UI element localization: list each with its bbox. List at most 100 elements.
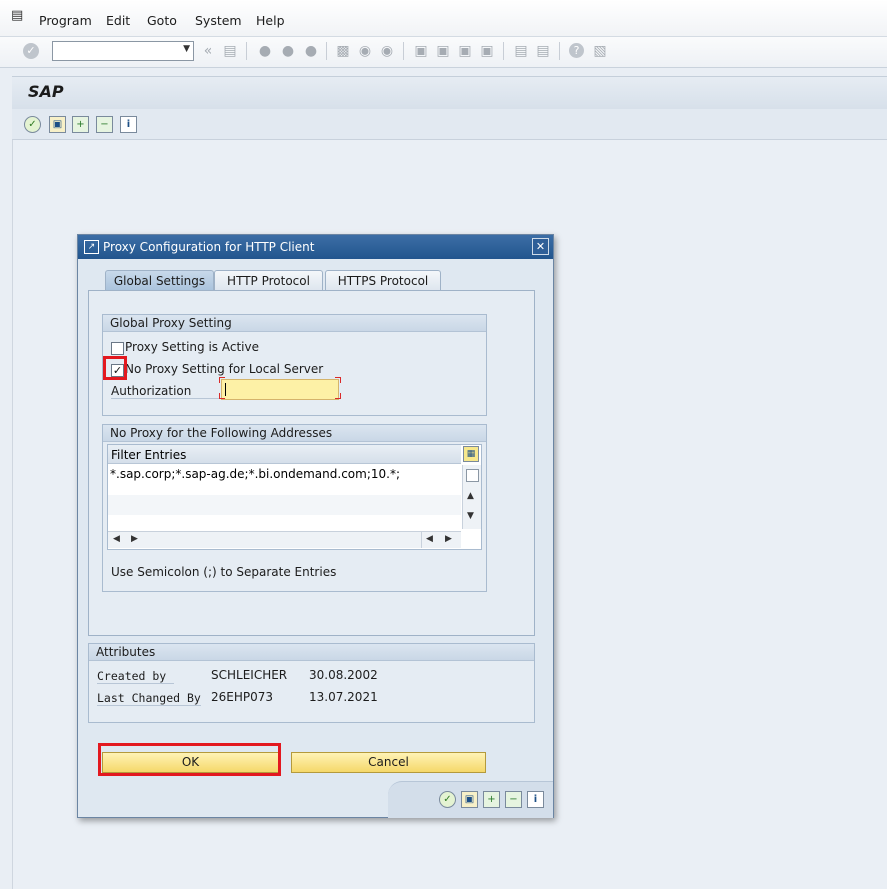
back-icon[interactable]: ●	[257, 43, 273, 59]
table-header: Filter Entries	[108, 445, 461, 464]
last-changed-label: Last Changed By	[97, 691, 201, 706]
cancel-button[interactable]: Cancel	[291, 752, 486, 773]
scroll-left-icon[interactable]: ◀	[426, 534, 433, 544]
tab-label: HTTPS Protocol	[337, 274, 429, 288]
scroll-left-icon[interactable]: ◀	[113, 534, 120, 544]
dialog-window-icon: ↗	[84, 240, 99, 254]
cancel-icon[interactable]: ●	[303, 43, 319, 59]
menu-program[interactable]: Program	[39, 13, 92, 28]
print-icon[interactable]: ▩	[335, 43, 351, 59]
dialog-title: Proxy Configuration for HTTP Client	[103, 240, 315, 254]
field-corner-marker	[219, 393, 225, 399]
info-icon[interactable]: i	[527, 791, 544, 808]
field-corner-marker	[335, 377, 341, 383]
table-row-empty[interactable]	[108, 495, 461, 515]
layout-menu-icon[interactable]: ▧	[592, 43, 608, 59]
exit-icon[interactable]: ●	[280, 43, 296, 59]
toolbar-separator	[326, 42, 327, 60]
last-changed-date: 13.07.2021	[309, 690, 378, 704]
created-by-user: SCHLEICHER	[211, 668, 288, 682]
proxy-active-checkbox[interactable]	[111, 342, 124, 355]
separator-hint: Use Semicolon (;) to Separate Entries	[111, 565, 337, 579]
menu-bar: ▤ Program Edit Goto System Help	[0, 0, 887, 37]
last-page-icon[interactable]: ▣	[479, 43, 495, 59]
close-icon[interactable]: ✕	[532, 238, 549, 255]
next-page-icon[interactable]: ▣	[457, 43, 473, 59]
highlight-ok-button	[98, 743, 281, 776]
column-header-filter-entries: Filter Entries	[111, 448, 187, 462]
text-cursor	[225, 383, 226, 396]
vertical-scrollbar[interactable]: ▲ ▼	[462, 465, 481, 529]
tab-global-settings[interactable]: Global Settings	[105, 270, 214, 291]
menu-edit[interactable]: Edit	[106, 13, 130, 28]
chevron-down-icon[interactable]: ▼	[183, 44, 190, 54]
menu-goto[interactable]: Goto	[147, 13, 177, 28]
scrollbar-divider	[421, 532, 422, 548]
created-by-label: Created by	[97, 669, 175, 684]
tab-panel: Global Proxy Setting Proxy Setting is Ac…	[88, 290, 535, 636]
delete-row-icon[interactable]: −	[96, 116, 113, 133]
group-heading: No Proxy for the Following Addresses	[103, 425, 486, 442]
scroll-up-icon[interactable]: ▲	[467, 491, 474, 501]
menu-system[interactable]: System	[195, 13, 242, 28]
menu-help[interactable]: Help	[256, 13, 285, 28]
proxy-active-label: Proxy Setting is Active	[125, 340, 259, 354]
authorization-field[interactable]	[221, 379, 339, 400]
authorization-label: Authorization	[111, 384, 230, 399]
filter-table: Filter Entries ▦ *.sap.corp;*.sap-ag.de;…	[107, 444, 482, 550]
entries-list: *.sap.corp;*.sap-ag.de;*.bi.ondemand.com…	[108, 465, 461, 487]
insert-row-icon[interactable]: +	[72, 116, 89, 133]
group-heading: Global Proxy Setting	[103, 315, 486, 332]
standard-toolbar: ✓ ▼ « ▤ ● ● ● ▩ ◉ ◉ ▣ ▣ ▣ ▣ ▤ ▤ ? ▧	[0, 37, 887, 68]
group-heading: Attributes	[89, 644, 534, 661]
check-icon[interactable]: ✓	[24, 116, 41, 133]
highlight-no-proxy-checkbox	[103, 356, 127, 380]
table-settings-icon[interactable]: ▦	[463, 446, 479, 462]
toolbar-separator	[246, 42, 247, 60]
toolbar-separator	[559, 42, 560, 60]
scroll-right-icon[interactable]: ▶	[131, 534, 138, 544]
table-row[interactable]: *.sap.corp;*.sap-ag.de;*.bi.ondemand.com…	[108, 465, 461, 487]
new-session-icon[interactable]: ▤	[513, 43, 529, 59]
copy-icon[interactable]: ▣	[49, 116, 66, 133]
tab-label: HTTP Protocol	[227, 274, 310, 288]
title-bar: SAP	[12, 76, 887, 110]
scroll-right-icon[interactable]: ▶	[445, 534, 452, 544]
previous-page-icon[interactable]: ▣	[435, 43, 451, 59]
save-icon[interactable]: ▤	[222, 43, 238, 59]
double-left-icon: «	[203, 43, 213, 59]
info-icon[interactable]: i	[120, 116, 137, 133]
horizontal-scrollbar[interactable]: ◀ ▶ ◀ ▶	[108, 531, 461, 548]
created-date: 30.08.2002	[309, 668, 378, 682]
help-icon[interactable]: ?	[569, 43, 584, 58]
shortcut-icon[interactable]: ▤	[535, 43, 551, 59]
enter-icon[interactable]: ✓	[23, 43, 39, 59]
no-proxy-local-label: No Proxy Setting for Local Server	[125, 362, 324, 376]
window-menu-icon[interactable]: ▤	[11, 9, 25, 22]
cancel-button-label: Cancel	[368, 755, 409, 769]
application-toolbar: ✓ ▣ + − i	[12, 109, 887, 140]
find-next-icon[interactable]: ◉	[379, 43, 395, 59]
field-corner-marker	[219, 377, 225, 383]
delete-row-icon[interactable]: −	[505, 791, 522, 808]
insert-row-icon[interactable]: +	[483, 791, 500, 808]
dialog-title-bar[interactable]: ↗ Proxy Configuration for HTTP Client ✕	[78, 235, 553, 259]
toolbar-separator	[503, 42, 504, 60]
copy-icon[interactable]: ▣	[461, 791, 478, 808]
last-changed-user: 26EHP073	[211, 690, 274, 704]
scroll-down-icon[interactable]: ▼	[467, 511, 474, 521]
filter-entry-cell[interactable]: *.sap.corp;*.sap-ag.de;*.bi.ondemand.com…	[110, 467, 400, 481]
no-proxy-group: No Proxy for the Following Addresses Fil…	[102, 424, 487, 592]
toolbar-separator	[403, 42, 404, 60]
first-page-icon[interactable]: ▣	[413, 43, 429, 59]
check-icon[interactable]: ✓	[439, 791, 456, 808]
tab-https-protocol[interactable]: HTTPS Protocol	[325, 270, 441, 291]
tab-http-protocol[interactable]: HTTP Protocol	[214, 270, 323, 291]
find-icon[interactable]: ◉	[357, 43, 373, 59]
global-proxy-group: Global Proxy Setting Proxy Setting is Ac…	[102, 314, 487, 416]
attributes-group: Attributes Created by SCHLEICHER 30.08.2…	[88, 643, 535, 723]
proxy-config-dialog: ↗ Proxy Configuration for HTTP Client ✕ …	[77, 234, 554, 818]
command-field[interactable]: ▼	[52, 41, 194, 61]
scroll-checkbox[interactable]	[466, 469, 479, 482]
page-title: SAP	[28, 82, 64, 101]
